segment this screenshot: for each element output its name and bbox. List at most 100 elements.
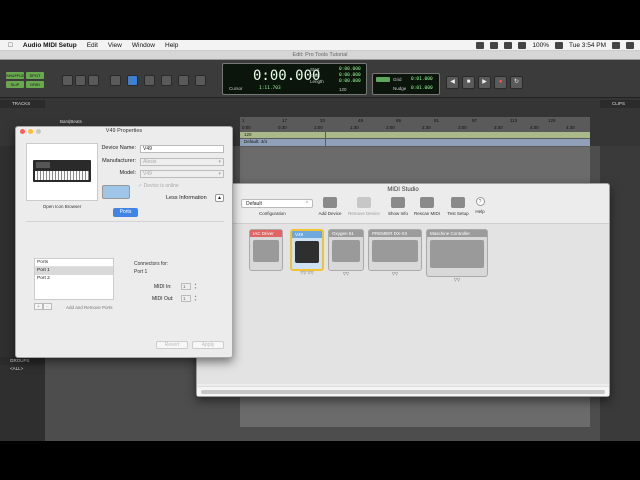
apple-menu-icon[interactable]:  (8, 42, 13, 49)
groups-pane: GROUPS <ALL> (0, 357, 45, 377)
nudge-value[interactable]: 0:01.000 (411, 86, 433, 91)
cursor-label: Cursor (229, 86, 243, 91)
time-tick: 1:00 (314, 125, 323, 130)
pencil-tool-icon[interactable] (195, 75, 206, 86)
stop-button[interactable]: ■ (462, 76, 475, 89)
menu-view[interactable]: View (108, 42, 122, 49)
menu-window[interactable]: Window (132, 42, 155, 49)
length-value[interactable]: 0:00.000 (339, 79, 361, 85)
zoom-tool-icon[interactable] (62, 75, 73, 86)
zoom-out-icon[interactable] (75, 75, 86, 86)
wifi-icon[interactable] (504, 42, 513, 49)
grid-badge[interactable] (376, 77, 390, 82)
loop-button[interactable]: ↻ (510, 76, 523, 89)
groups-header: GROUPS (0, 357, 45, 365)
time-tick: 1:30 (350, 125, 359, 130)
protools-window-title: Edit: Pro Tools Tutorial (0, 51, 640, 60)
midi-out-field[interactable]: 1 (181, 295, 191, 302)
top-black-border (0, 0, 640, 40)
mode-spot[interactable]: SPOT (26, 72, 44, 79)
bar-tick: 113 (510, 118, 518, 123)
grabber-tool-icon[interactable] (161, 75, 172, 86)
device-color-swatch[interactable] (102, 185, 130, 199)
apply-button[interactable]: Apply (192, 341, 224, 349)
device-maschine-controller[interactable]: Maschine Controller ▽▽ (426, 229, 488, 282)
scrubber-tool-icon[interactable] (178, 75, 189, 86)
selector-tool-icon[interactable] (144, 75, 155, 86)
status-icon[interactable] (476, 42, 485, 49)
manufacturer-field[interactable]: Alesis ▾ (140, 158, 224, 166)
remove-device-button[interactable]: Remove Device (347, 197, 381, 216)
device-ports: ▽▽ ▽▽ (300, 270, 314, 275)
return-to-zero-button[interactable]: ◀ (446, 76, 459, 89)
device-oxygen-61[interactable]: Oxygen 61 ▽▽ (328, 229, 364, 276)
protools-toolbar: SHUFFLE SPOT SLIP GRID 0:00.000 Cursor 1… (0, 60, 640, 98)
device-premier[interactable]: PREMIER DX-XII ▽▽ (368, 229, 422, 276)
tempo-ruler[interactable]: 120 (240, 132, 590, 138)
battery-icon[interactable] (555, 42, 564, 49)
timeline-ruler[interactable]: 1 17 33 49 65 81 97 113 129 0:00 0:30 1:… (240, 117, 590, 267)
notification-center-icon[interactable] (626, 42, 634, 49)
zoomer-tool-icon[interactable] (110, 75, 121, 86)
horizontal-scrollbar[interactable] (197, 386, 609, 396)
port-row[interactable]: Port 2 (35, 275, 113, 283)
midi-device-canvas[interactable]: IAC Driver V49 ▽▽ ▽▽ Oxygen 61 ▽▽ PREMIE… (197, 224, 609, 384)
spotlight-icon[interactable] (612, 42, 620, 49)
add-device-button[interactable]: Add Device (313, 197, 347, 216)
bar-tick: 49 (358, 118, 364, 123)
volume-icon[interactable] (518, 42, 527, 49)
play-button[interactable]: ▶ (478, 76, 491, 89)
help-icon: ? (475, 197, 485, 206)
rescan-midi-button[interactable]: Rescan MIDI (410, 197, 444, 216)
midi-in-field[interactable]: 1 (181, 283, 191, 290)
mode-grid[interactable]: GRID (26, 81, 44, 88)
menu-clock[interactable]: Tue 3:54 PM (569, 42, 606, 49)
iac-driver-icon (253, 240, 279, 262)
zoom-in-icon[interactable] (88, 75, 99, 86)
bar-tick: 1 (242, 118, 245, 123)
help-button[interactable]: ? Help (463, 197, 497, 214)
groups-all-row[interactable]: <ALL> (0, 365, 45, 373)
less-information-button[interactable]: ▲ (215, 194, 224, 202)
add-port-button[interactable]: + (34, 303, 43, 310)
manufacturer-value: Alesis (143, 159, 157, 165)
midi-studio-title: MIDI Studio (387, 187, 419, 193)
model-field[interactable]: V49 ▾ (140, 170, 224, 178)
midi-in-stepper[interactable]: ▲ ▼ (193, 282, 198, 290)
zoom-icon[interactable] (36, 129, 41, 134)
close-icon[interactable] (20, 129, 25, 134)
tab-ports[interactable]: Ports (113, 208, 138, 217)
menu-help[interactable]: Help (165, 42, 178, 49)
device-online-checkbox: ✓ Device is online (138, 183, 179, 189)
bar-tick: 81 (434, 118, 440, 123)
revert-button[interactable]: Revert (156, 341, 188, 349)
bluetooth-icon[interactable] (490, 42, 499, 49)
device-name-field[interactable]: V49 (140, 145, 224, 153)
configuration-value: Default (246, 201, 262, 207)
device-iac-driver[interactable]: IAC Driver (249, 229, 283, 271)
device-name: Maschine Controller (427, 230, 487, 237)
mode-slip[interactable]: SLIP (6, 81, 24, 88)
open-icon-browser-link[interactable]: Open Icon Browser (26, 204, 98, 209)
menu-edit[interactable]: Edit (87, 42, 98, 49)
trim-tool-icon[interactable] (127, 75, 138, 86)
meter-marker[interactable]: Default: 4/4 (240, 139, 267, 144)
grid-value[interactable]: 0:01.000 (411, 77, 433, 82)
configuration-select[interactable]: Default ⌃ (241, 199, 313, 208)
battery-percent[interactable]: 100% (532, 42, 549, 49)
minimize-icon[interactable] (28, 129, 33, 134)
tempo-marker[interactable]: 120 (240, 132, 252, 137)
port-row[interactable]: Port 1 (35, 267, 113, 275)
scrollbar-thumb[interactable] (201, 390, 605, 394)
main-counter: 0:00.000 Cursor 1:11.703 Start End Lengt… (222, 63, 367, 95)
device-v49[interactable]: V49 ▽▽ ▽▽ (290, 229, 324, 275)
meter-ruler[interactable]: Default: 4/4 (240, 139, 590, 146)
help-label: Help (475, 209, 485, 214)
midi-out-stepper[interactable]: ▲ ▼ (193, 294, 198, 302)
manufacturer-label: Manufacturer: (102, 158, 136, 164)
tracks-header: TRACKS (0, 100, 45, 108)
record-button[interactable]: ● (494, 76, 507, 89)
remove-port-button[interactable]: − (43, 303, 52, 310)
menu-app-name[interactable]: Audio MIDI Setup (23, 42, 77, 49)
mode-shuffle[interactable]: SHUFFLE (6, 72, 24, 79)
